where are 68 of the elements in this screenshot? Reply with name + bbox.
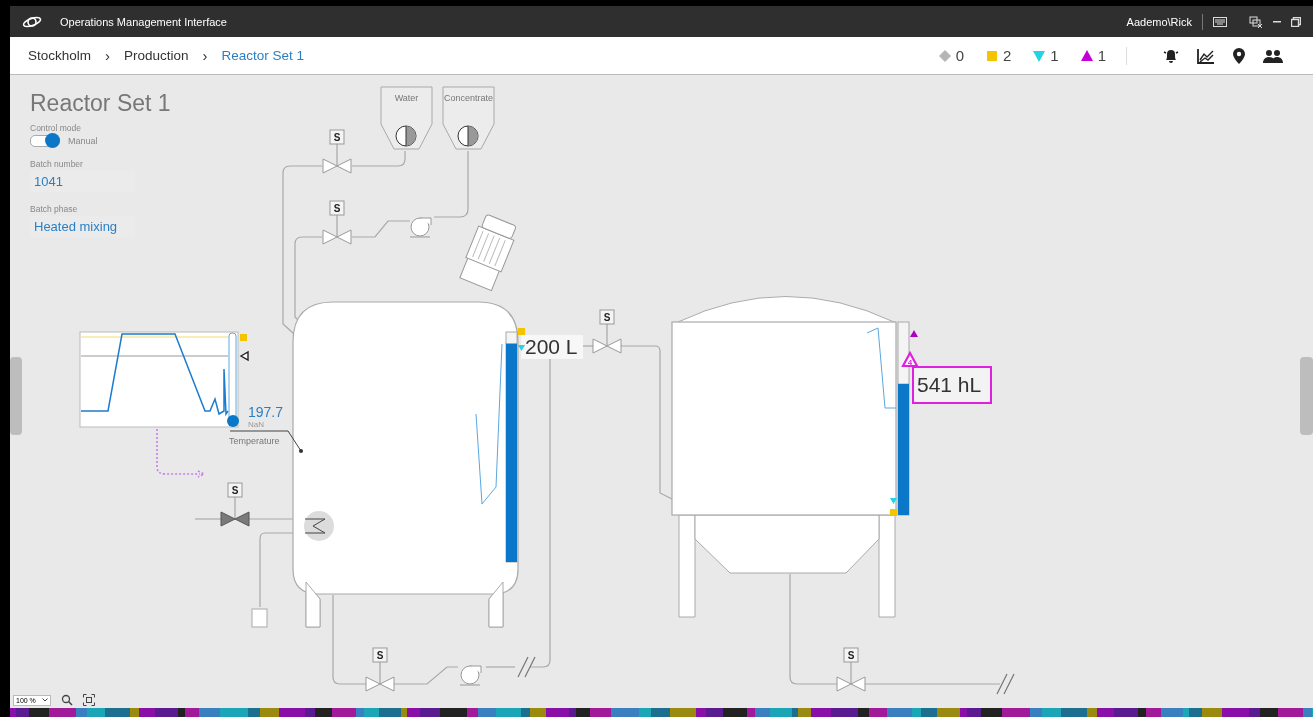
pipe-line bbox=[194, 518, 222, 520]
alarm-count: 2 bbox=[1002, 47, 1012, 64]
valve-icon[interactable] bbox=[220, 511, 250, 527]
breadcrumb-link[interactable]: Reactor Set 1 bbox=[221, 48, 305, 63]
limit-marker-icon bbox=[518, 328, 525, 335]
solenoid-label: S bbox=[847, 650, 855, 661]
side-handle[interactable] bbox=[1300, 357, 1313, 435]
field-label: Batch number bbox=[30, 159, 84, 169]
limit-marker-icon bbox=[240, 334, 247, 341]
app-title: Operations Management Interface bbox=[60, 15, 227, 28]
side-handle[interactable] bbox=[10, 357, 22, 435]
limit-marker-icon bbox=[890, 509, 897, 516]
tank-level-reading: 200 L bbox=[525, 335, 578, 358]
dotted-arrow bbox=[156, 428, 205, 478]
chevron-down-icon bbox=[41, 698, 48, 702]
pipe-line bbox=[351, 150, 406, 167]
solenoid-label: S bbox=[603, 312, 611, 323]
hopper-label: Water bbox=[394, 93, 419, 103]
window-icon[interactable] bbox=[1249, 15, 1263, 28]
pipe-break-icon bbox=[517, 656, 536, 678]
pipe-line bbox=[351, 220, 411, 238]
fit-screen-icon[interactable] bbox=[82, 694, 95, 706]
limit-marker-icon bbox=[890, 498, 897, 504]
control-mode-toggle[interactable] bbox=[30, 135, 60, 147]
pump-icon bbox=[459, 665, 482, 686]
minimize-icon[interactable] bbox=[1273, 20, 1281, 23]
toggle-label: Manual bbox=[68, 136, 98, 146]
location-pin-icon[interactable] bbox=[1232, 46, 1246, 65]
temperature-value: 197.7 bbox=[248, 404, 284, 420]
field-label: Control mode bbox=[30, 123, 83, 133]
alarm-badge: 4 bbox=[901, 350, 919, 368]
search-icon[interactable] bbox=[60, 694, 73, 706]
restore-icon[interactable] bbox=[1291, 16, 1301, 27]
level-switch-icon bbox=[457, 125, 479, 147]
sensor-point bbox=[299, 449, 303, 453]
keyboard-icon[interactable] bbox=[1213, 16, 1227, 27]
solenoid-label: S bbox=[333, 203, 341, 214]
limit-marker-icon bbox=[518, 345, 525, 351]
logo-icon bbox=[22, 14, 42, 29]
breadcrumb-separator: › bbox=[202, 47, 208, 64]
drain-box bbox=[251, 608, 268, 628]
solenoid-label: S bbox=[376, 650, 384, 661]
hopper-label: Concentrate bbox=[444, 93, 493, 103]
breadcrumb-separator: › bbox=[105, 47, 111, 64]
pipe-line bbox=[393, 666, 459, 685]
alarm-count: 1 bbox=[1050, 47, 1059, 64]
pipe-line bbox=[485, 666, 516, 668]
solenoid-label: S bbox=[231, 485, 239, 496]
breadcrumb-link[interactable]: Production bbox=[124, 48, 189, 63]
people-icon[interactable] bbox=[1263, 48, 1283, 63]
alarm-count: 1 bbox=[1097, 47, 1106, 64]
pipe-break-icon bbox=[996, 673, 1015, 695]
breadcrumb-link[interactable]: Stockholm bbox=[28, 48, 92, 63]
heat-exchanger-icon bbox=[304, 511, 334, 541]
pump-icon bbox=[409, 217, 432, 238]
alarm-count: 0 bbox=[955, 47, 964, 64]
temperature-label: Temperature bbox=[229, 436, 280, 446]
solenoid-label: S bbox=[333, 132, 341, 143]
limit-marker-icon bbox=[910, 330, 918, 337]
field-label: Batch phase bbox=[30, 204, 79, 214]
tank-level-reading: 541 hL bbox=[917, 373, 982, 396]
pipe-line bbox=[581, 345, 594, 347]
pipe-line bbox=[433, 150, 469, 218]
trend-chart-icon[interactable] bbox=[1197, 47, 1215, 64]
user-name: Aademo\Rick bbox=[1126, 15, 1192, 28]
page-title: Reactor Set 1 bbox=[30, 90, 172, 117]
temperature-status: NaN bbox=[248, 420, 264, 429]
level-switch-icon bbox=[395, 125, 417, 147]
